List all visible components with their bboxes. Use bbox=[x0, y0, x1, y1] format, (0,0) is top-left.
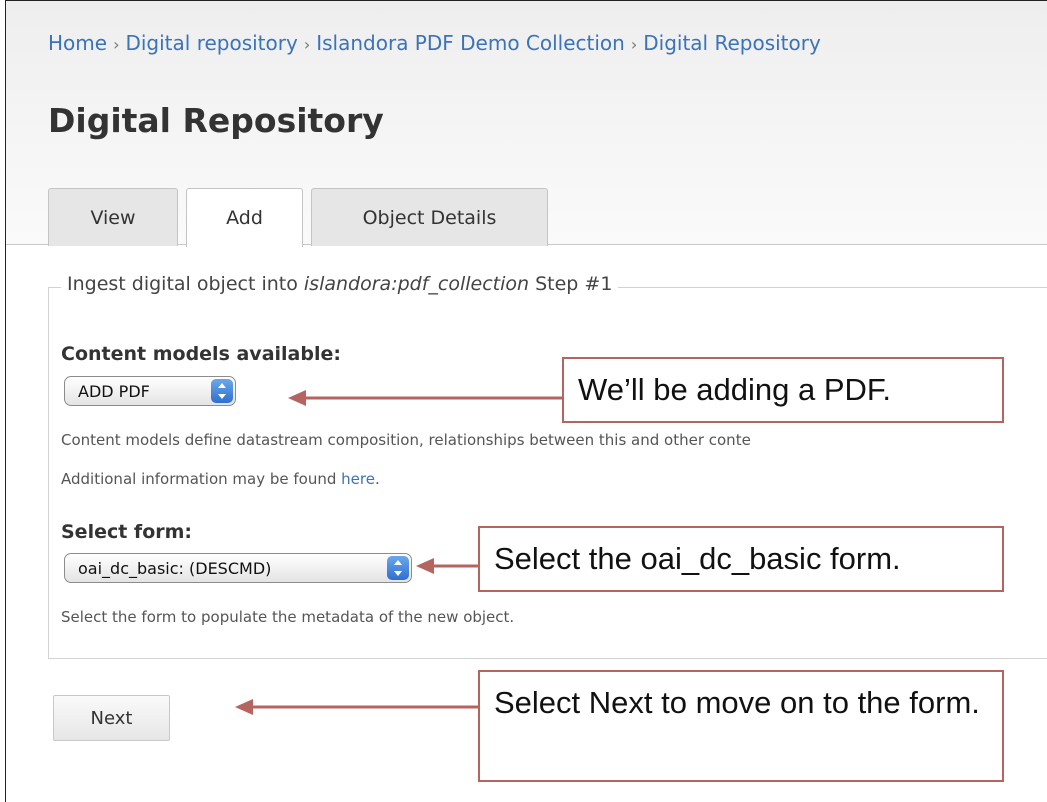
callout-add-pdf: We’ll be adding a PDF. bbox=[562, 357, 1004, 423]
tab-add[interactable]: Add bbox=[186, 188, 303, 247]
form-select[interactable]: oai_dc_basic: (DESCMD) bbox=[64, 553, 412, 583]
content-model-select-value: ADD PDF bbox=[78, 381, 150, 401]
breadcrumb: Home › Digital repository › Islandora PDF De… bbox=[48, 31, 821, 55]
select-stepper-icon bbox=[211, 379, 233, 403]
content-model-select[interactable]: ADD PDF bbox=[64, 376, 236, 406]
breadcrumb-current[interactable]: Digital Repository bbox=[643, 31, 821, 55]
legend-collection: islandora:pdf_collection bbox=[303, 273, 530, 295]
next-button[interactable]: Next bbox=[53, 695, 170, 741]
form-select-value: oai_dc_basic: (DESCMD) bbox=[78, 558, 272, 578]
additional-info-prefix: Additional information may be found bbox=[61, 470, 342, 488]
tab-view[interactable]: View bbox=[48, 188, 178, 246]
additional-info-link[interactable]: here bbox=[341, 470, 375, 488]
additional-info-text: Additional information may be found here… bbox=[61, 470, 380, 488]
breadcrumb-pdf-demo-collection[interactable]: Islandora PDF Demo Collection bbox=[316, 31, 625, 55]
legend-prefix: Ingest digital object into bbox=[67, 273, 304, 295]
browser-content: Home › Digital repository › Islandora PDF De… bbox=[5, 0, 1047, 802]
callout-next: Select Next to move on to the form. bbox=[478, 670, 1004, 782]
callout-select-form: Select the oai_dc_basic form. bbox=[478, 526, 1004, 592]
breadcrumb-home[interactable]: Home bbox=[48, 31, 107, 55]
fieldset-legend: Ingest digital object into islandora:pdf… bbox=[61, 273, 619, 295]
breadcrumb-separator: › bbox=[113, 35, 120, 54]
legend-suffix: Step #1 bbox=[529, 273, 613, 295]
page-title: Digital Repository bbox=[48, 101, 384, 140]
select-form-label: Select form: bbox=[61, 521, 193, 543]
content-models-label: Content models available: bbox=[61, 343, 341, 365]
breadcrumb-digital-repository[interactable]: Digital repository bbox=[125, 31, 297, 55]
select-form-help: Select the form to populate the metadata… bbox=[61, 608, 515, 626]
arrowhead-icon bbox=[235, 699, 253, 715]
breadcrumb-separator: › bbox=[630, 35, 638, 54]
content-models-help: Content models define datastream composi… bbox=[61, 431, 751, 449]
additional-info-suffix: . bbox=[374, 470, 380, 488]
breadcrumb-separator: › bbox=[303, 35, 311, 54]
tab-object-details[interactable]: Object Details bbox=[311, 188, 548, 246]
select-stepper-icon bbox=[387, 556, 409, 580]
page-header: Home › Digital repository › Islandora PDF De… bbox=[6, 1, 1047, 247]
